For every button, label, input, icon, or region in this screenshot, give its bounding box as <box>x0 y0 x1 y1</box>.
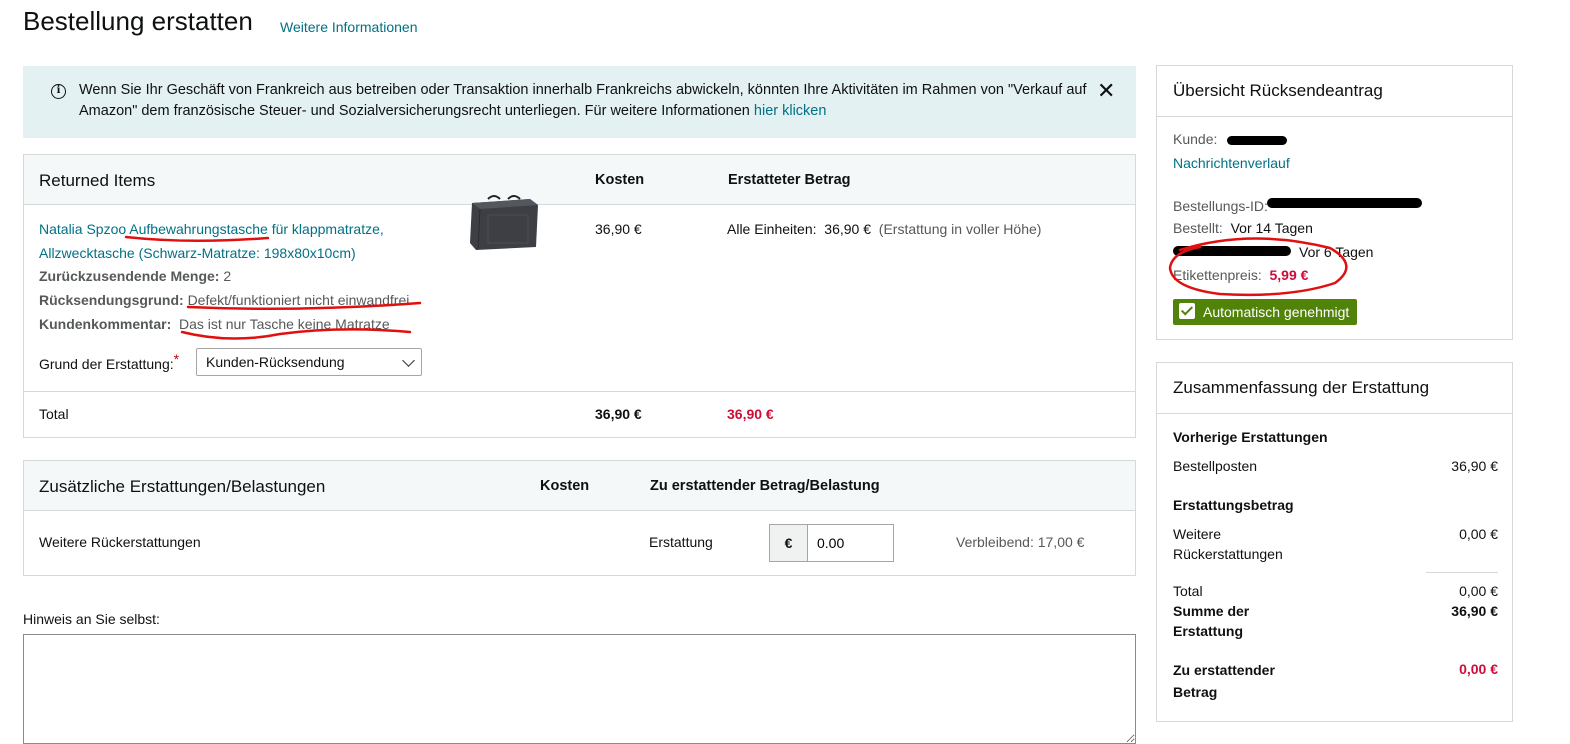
customer-label: Kunde: <box>1173 131 1218 147</box>
redacted-order-id <box>1267 198 1422 208</box>
order-id-label: Bestellungs-ID: <box>1173 198 1268 214</box>
note-label: Hinweis an Sie selbst: <box>23 611 160 627</box>
summary-title: Zusammenfassung der Erstattung <box>1173 378 1430 397</box>
checkbox-icon <box>1179 303 1195 319</box>
banner-link[interactable]: hier klicken <box>754 103 827 119</box>
quantity-row: Zurückzusendende Menge: 2 <box>39 268 232 284</box>
col-refunded: Erstatteter Betrag <box>728 172 851 188</box>
summary-header: Zusammenfassung der Erstattung <box>1157 363 1512 414</box>
returned-items-title: Returned Items <box>39 171 156 190</box>
prev-refunds-heading: Vorherige Erstattungen <box>1173 429 1328 445</box>
refund-amount-input[interactable] <box>808 525 892 561</box>
overview-header: Übersicht Rücksendeantrag <box>1157 66 1512 117</box>
refunded-amount-row: Alle Einheiten: 36,90 € (Erstattung in v… <box>727 221 1042 237</box>
refund-amount-heading: Erstattungsbetrag <box>1173 497 1294 513</box>
col-cost: Kosten <box>595 172 645 188</box>
returned-ago: Vor 6 Tagen <box>1299 244 1374 260</box>
product-image[interactable] <box>468 193 540 251</box>
refund-type: Erstattung <box>649 534 713 550</box>
refund-reason-select[interactable]: Kunden-Rücksendung <box>196 348 422 376</box>
total-row: Total 36,90 € 36,90 € <box>24 391 1135 439</box>
refund-sum-row: Summe der Erstattung 36,90 € <box>1173 603 1498 639</box>
col-amount: Zu erstattender Betrag/Belastung <box>650 478 880 494</box>
additional-refunds-header: Zusätzliche Erstattungen/Belastungen Kos… <box>24 461 1135 511</box>
redacted-return-line <box>1173 246 1291 256</box>
more-info-link[interactable]: Weitere Informationen <box>280 19 417 35</box>
close-icon[interactable]: ✕ <box>1097 80 1115 102</box>
additional-refunds-panel: Zusätzliche Erstattungen/Belastungen Kos… <box>23 460 1136 576</box>
summary-divider <box>1426 572 1498 573</box>
currency-prefix: € <box>770 525 808 561</box>
total-cost: 36,90 € <box>595 406 642 422</box>
return-reason-row: Rücksendungsgrund: Defekt/funktioniert n… <box>39 292 410 308</box>
overview-title: Übersicht Rücksendeantrag <box>1173 81 1383 100</box>
item-cost: 36,90 € <box>595 221 642 237</box>
chevron-down-icon <box>402 354 415 367</box>
refund-summary-panel: Zusammenfassung der Erstattung Vorherige… <box>1156 362 1513 722</box>
info-banner: i Wenn Sie Ihr Geschäft von Frankreich a… <box>23 66 1136 138</box>
refund-reason-label: Grund der Erstattung:* <box>39 351 180 372</box>
ordered-row: Bestellt: Vor 14 Tagen <box>1173 220 1313 236</box>
returned-items-header: Returned Items Kosten Erstatteter Betrag <box>24 155 1135 205</box>
col-cost-additional: Kosten <box>540 478 590 494</box>
additional-refunds-title: Zusätzliche Erstattungen/Belastungen <box>39 477 326 496</box>
banner-text: Wenn Sie Ihr Geschäft von Frankreich aus… <box>79 82 1087 119</box>
note-textarea[interactable] <box>23 634 1136 744</box>
label-price-row: Etikettenpreis: 5,99 € <box>1173 267 1309 283</box>
redacted-customer <box>1227 136 1287 145</box>
product-link[interactable]: Natalia Spzoo Aufbewahrungstasche für kl… <box>39 217 409 265</box>
info-icon: i <box>51 84 66 99</box>
refund-amount-group: € <box>769 524 894 562</box>
auto-approved-badge: Automatisch genehmigt <box>1173 299 1358 325</box>
page-title: Bestellung erstatten <box>23 6 253 36</box>
more-refunds-label: Weitere Rückerstattungen <box>39 534 201 550</box>
returned-items-panel: Returned Items Kosten Erstatteter Betrag… <box>23 154 1136 438</box>
more-refunds-row: Weitere Rückerstattungen 0,00 € <box>1173 526 1498 562</box>
summary-total-row: Total 0,00 € <box>1173 583 1498 599</box>
message-history-link[interactable]: Nachrichtenverlauf <box>1173 155 1290 171</box>
customer-comment-row: Kundenkommentar: Das ist nur Tasche kein… <box>39 316 390 332</box>
total-refund: 36,90 € <box>727 406 774 422</box>
to-refund-row: Zu erstattender Betrag 0,00 € <box>1173 661 1498 700</box>
remaining-amount: Verbleibend: 17,00 € <box>956 534 1085 550</box>
total-label: Total <box>39 406 69 422</box>
prev-item-row: Bestellposten 36,90 € <box>1173 458 1498 474</box>
return-overview-panel: Übersicht Rücksendeantrag Kunde: Nachric… <box>1156 65 1513 340</box>
